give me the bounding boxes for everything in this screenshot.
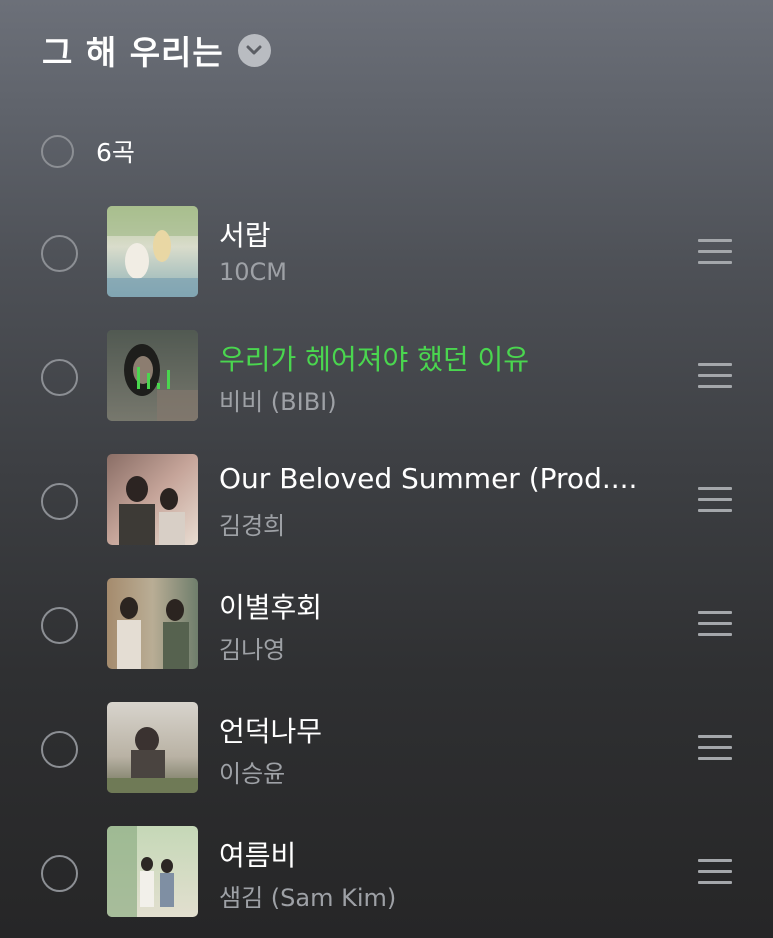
track-count: 6곡	[96, 138, 135, 167]
select-all-checkbox[interactable]	[41, 134, 74, 168]
track-list: 서랍 10CM 우리가 헤어져야 했던 이유 비비 (BIBI) Our Bel…	[0, 190, 773, 934]
track-artist: 10CM	[219, 258, 288, 286]
album-art	[107, 578, 198, 669]
track-artist: 샘김 (Sam Kim)	[219, 884, 397, 912]
drag-handle-icon[interactable]	[698, 487, 732, 512]
track-artist: 김나영	[219, 636, 286, 664]
drag-handle-icon[interactable]	[698, 735, 732, 760]
track-title: 우리가 헤어져야 했던 이유	[219, 343, 530, 376]
playlist-title-dropdown[interactable]: 그 해 우리는	[42, 24, 271, 76]
drag-handle-icon[interactable]	[698, 239, 732, 264]
track-select-checkbox[interactable]	[41, 731, 78, 768]
album-art	[107, 206, 198, 297]
track-title: 여름비	[219, 839, 297, 872]
track-row[interactable]: Our Beloved Summer (Prod.... 김경희	[0, 438, 773, 562]
track-select-checkbox[interactable]	[41, 855, 78, 892]
chevron-down-icon[interactable]	[237, 33, 271, 67]
track-select-checkbox[interactable]	[41, 607, 78, 644]
track-title: 서랍	[219, 219, 271, 252]
track-row[interactable]: 여름비 샘김 (Sam Kim)	[0, 810, 773, 934]
track-title: Our Beloved Summer (Prod....	[219, 462, 638, 495]
playlist-title: 그 해 우리는	[42, 33, 224, 72]
track-row[interactable]: 언덕나무 이승윤	[0, 686, 773, 810]
track-artist: 비비 (BIBI)	[219, 388, 337, 416]
album-art	[107, 702, 198, 793]
track-artist: 김경희	[219, 512, 286, 540]
track-title: 이별후회	[219, 591, 323, 624]
select-all-row[interactable]: 6곡	[41, 133, 135, 169]
track-artist: 이승윤	[219, 760, 286, 788]
track-row-playing[interactable]: 우리가 헤어져야 했던 이유 비비 (BIBI)	[0, 314, 773, 438]
playlist-header: 그 해 우리는 6곡	[0, 0, 773, 190]
track-row[interactable]: 서랍 10CM	[0, 190, 773, 314]
drag-handle-icon[interactable]	[698, 363, 732, 388]
track-select-checkbox[interactable]	[41, 483, 78, 520]
album-art	[107, 330, 198, 421]
now-playing-equalizer-icon	[107, 330, 198, 421]
track-select-checkbox[interactable]	[41, 235, 78, 272]
track-title: 언덕나무	[219, 715, 323, 748]
album-art	[107, 826, 198, 917]
album-art	[107, 454, 198, 545]
drag-handle-icon[interactable]	[698, 611, 732, 636]
drag-handle-icon[interactable]	[698, 859, 732, 884]
track-select-checkbox[interactable]	[41, 359, 78, 396]
track-row[interactable]: 이별후회 김나영	[0, 562, 773, 686]
